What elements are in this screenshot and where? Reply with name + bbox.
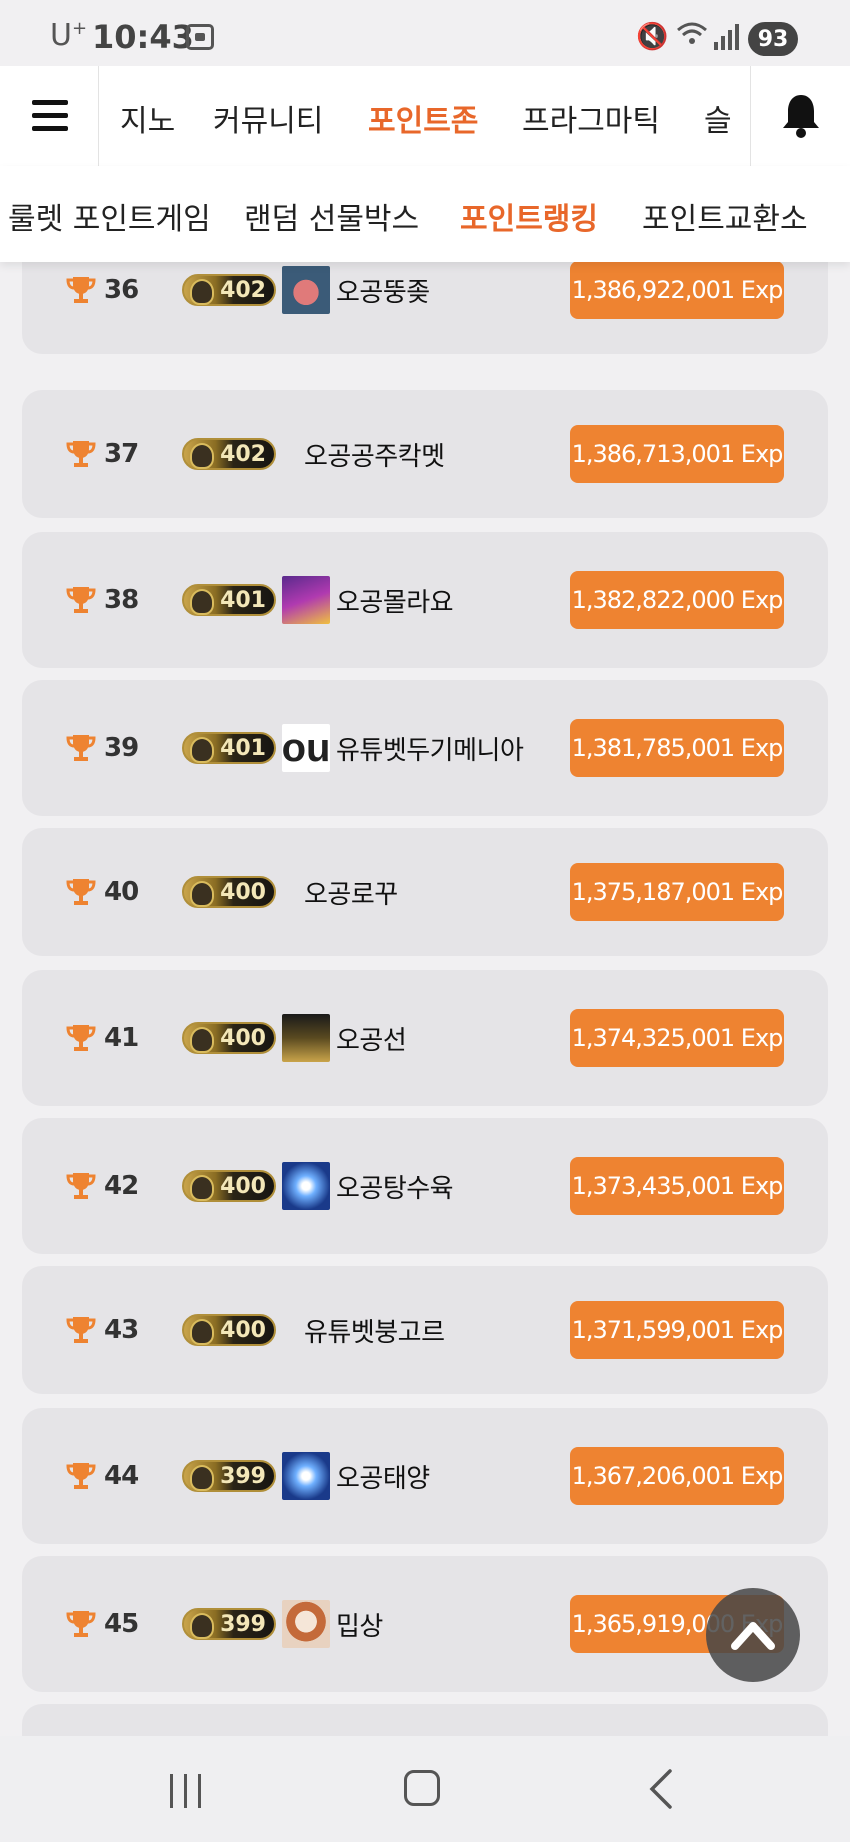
list-item[interactable]: 38 401 오공몰라요 1,382,822,000 Exp — [22, 532, 828, 668]
nickname[interactable]: 오공공주칵멧 — [304, 436, 445, 473]
level-badge: 400 — [182, 970, 276, 1106]
nickname[interactable]: 유튜벳붕고르 — [304, 1312, 445, 1349]
avatar: ou — [282, 724, 330, 772]
nickname[interactable]: 유튜벳두기메니아 — [336, 730, 524, 767]
main-tabs: 지노 커뮤니티 포인트존 프라그마틱 슬 — [98, 66, 750, 166]
scroll-to-top-button[interactable] — [706, 1588, 800, 1682]
trophy-icon — [66, 828, 96, 956]
trophy-icon — [66, 680, 96, 816]
nickname[interactable]: 오공태양 — [336, 1458, 430, 1495]
mute-icon: 🔇 — [636, 22, 669, 52]
tab-community[interactable]: 커뮤니티 — [213, 96, 323, 140]
tab-jino[interactable]: 지노 — [120, 96, 175, 140]
trophy-icon — [66, 532, 96, 668]
trophy-icon — [66, 390, 96, 518]
hamburger-menu-icon[interactable] — [0, 66, 99, 166]
subtab-point-exchange[interactable]: 포인트교환소 — [642, 194, 808, 238]
trophy-icon — [66, 1266, 96, 1394]
list-item[interactable]: 43 400 유튜벳붕고르 1,371,599,001 Exp — [22, 1266, 828, 1394]
avatar — [282, 266, 330, 314]
rank-number: 38 — [104, 585, 139, 615]
nickname[interactable]: 밉상 — [336, 1606, 383, 1643]
level-badge: 400 — [182, 1266, 276, 1394]
list-item[interactable]: 37 402 오공공주칵멧 1,386,713,001 Exp — [22, 390, 828, 518]
level-badge: 399 — [182, 1408, 276, 1544]
chevron-up-icon — [731, 1622, 775, 1650]
level-badge: 402 — [182, 390, 276, 518]
recent-apps-icon[interactable] — [170, 1774, 204, 1808]
top-nav: 지노 커뮤니티 포인트존 프라그마틱 슬 — [0, 66, 850, 167]
level-badge: 401 — [182, 532, 276, 668]
avatar — [282, 1014, 330, 1062]
nickname[interactable]: 오공뚱좆 — [336, 272, 430, 309]
exp-badge: 1,375,187,001 Exp — [570, 863, 784, 921]
back-icon[interactable] — [648, 1768, 674, 1810]
nickname[interactable]: 오공선 — [336, 1020, 407, 1057]
list-item[interactable]: 41 400 오공선 1,374,325,001 Exp — [22, 970, 828, 1106]
trophy-icon — [66, 1408, 96, 1544]
exp-badge: 1,386,922,001 Exp — [570, 261, 784, 319]
rank-number: 37 — [104, 439, 139, 469]
nickname[interactable]: 오공몰라요 — [336, 582, 454, 619]
home-icon[interactable] — [404, 1770, 440, 1806]
list-item[interactable]: 39 401 ou 유튜벳두기메니아 1,381,785,001 Exp — [22, 680, 828, 816]
exp-badge: 1,381,785,001 Exp — [570, 719, 784, 777]
rank-number: 42 — [104, 1171, 139, 1201]
wifi-icon — [676, 20, 708, 55]
avatar — [282, 1600, 330, 1648]
avatar — [282, 1452, 330, 1500]
sub-nav: 룰렛 포인트게임 랜덤 선물박스 포인트랭킹 포인트교환소 — [0, 166, 850, 262]
avatar — [282, 1162, 330, 1210]
carrier-label: U+ — [50, 18, 88, 53]
bell-icon[interactable] — [750, 66, 850, 166]
subtab-random-gift[interactable]: 랜덤 선물박스 — [244, 194, 419, 238]
exp-badge: 1,382,822,000 Exp — [570, 571, 784, 629]
trophy-icon — [66, 1556, 96, 1692]
subtab-roulette[interactable]: 룰렛 포인트게임 — [8, 194, 211, 238]
clock: 10:43 — [92, 18, 194, 56]
rank-number: 44 — [104, 1461, 139, 1491]
status-bar: U+ 10:43 🔇 93 — [0, 0, 850, 66]
rank-number: 39 — [104, 733, 139, 763]
trophy-icon — [66, 1118, 96, 1254]
level-badge: 400 — [182, 1118, 276, 1254]
trophy-icon — [66, 970, 96, 1106]
exp-badge: 1,386,713,001 Exp — [570, 425, 784, 483]
exp-badge: 1,367,206,001 Exp — [570, 1447, 784, 1505]
exp-badge: 1,374,325,001 Exp — [570, 1009, 784, 1067]
level-badge: 399 — [182, 1556, 276, 1692]
level-badge: 400 — [182, 828, 276, 956]
tab-slot[interactable]: 슬 — [704, 96, 732, 140]
screenshot-icon — [186, 24, 214, 50]
subtab-point-ranking[interactable]: 포인트랭킹 — [460, 194, 598, 238]
list-item[interactable]: 42 400 오공탕수육 1,373,435,001 Exp — [22, 1118, 828, 1254]
tab-pragmatic[interactable]: 프라그마틱 — [522, 96, 660, 140]
nickname[interactable]: 오공탕수육 — [336, 1168, 454, 1205]
system-nav-bar — [0, 1736, 850, 1842]
rank-number: 40 — [104, 877, 139, 907]
exp-badge: 1,373,435,001 Exp — [570, 1157, 784, 1215]
list-item[interactable] — [22, 1704, 828, 1736]
avatar — [282, 576, 330, 624]
rank-number: 43 — [104, 1315, 139, 1345]
tab-point-zone[interactable]: 포인트존 — [368, 96, 478, 140]
list-item[interactable]: 40 400 오공로꾸 1,375,187,001 Exp — [22, 828, 828, 956]
battery-indicator: 93 — [748, 22, 798, 56]
level-badge: 401 — [182, 680, 276, 816]
list-item[interactable]: 44 399 오공태양 1,367,206,001 Exp — [22, 1408, 828, 1544]
rank-number: 41 — [104, 1023, 139, 1053]
rank-number: 45 — [104, 1609, 139, 1639]
nickname[interactable]: 오공로꾸 — [304, 874, 398, 911]
signal-icon — [712, 22, 742, 50]
ranking-list: 36 402 오공뚱좆 1,386,922,001 Exp 37 402 오공공… — [22, 226, 828, 1736]
exp-badge: 1,371,599,001 Exp — [570, 1301, 784, 1359]
